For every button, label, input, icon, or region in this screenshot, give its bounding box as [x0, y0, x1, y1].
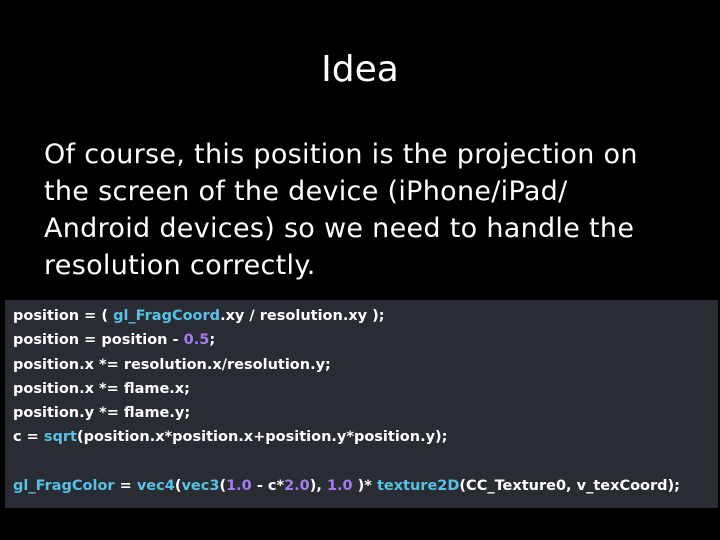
code-token-plain: position.x *= flame.x;	[13, 380, 190, 397]
code-line: position = position - 0.5;	[13, 328, 710, 352]
body-line: Android devices) so we need to handle th…	[44, 213, 635, 244]
body-line: resolution correctly.	[44, 250, 316, 281]
code-token-plain: position = position -	[13, 332, 184, 349]
code-token-plain: ),	[309, 478, 327, 495]
code-token-plain: position = (	[13, 308, 114, 324]
code-token-builtin: vec4	[136, 478, 175, 495]
code-token-number: 0.5	[183, 332, 210, 349]
code-token-number: 2.0	[284, 478, 310, 495]
slide-body: Of course, this position is the projecti…	[44, 136, 704, 284]
code-token-plain: .xy / resolution.xy );	[220, 308, 385, 324]
code-token-plain: - c*	[251, 478, 285, 495]
code-line: position = ( gl_FragCoord.xy / resolutio…	[13, 304, 710, 328]
slide-title: Idea	[321, 49, 399, 90]
code-line: gl_FragColor = vec4(vec3(1.0 - c*2.0), 1…	[13, 474, 710, 498]
body-line: the screen of the device (iPhone/iPad/	[44, 176, 568, 207]
code-token-plain: ;	[209, 332, 216, 349]
code-token-plain: c =	[13, 429, 44, 446]
code-token-plain: position.x *= resolution.x/resolution.y;	[13, 356, 331, 373]
code-token-builtin: gl_FragCoord	[113, 308, 221, 324]
code-token-plain: (position.x*position.x+position.y*positi…	[76, 429, 448, 446]
code-token-number: 1.0	[226, 478, 252, 495]
code-token-plain: )*	[352, 478, 377, 495]
code-token-plain: =	[114, 478, 137, 495]
code-token-number: 1.0	[326, 478, 353, 495]
code-token-builtin: sqrt	[43, 429, 77, 446]
code-token-builtin: vec3	[181, 478, 220, 495]
code-line: c = sqrt(position.x*position.x+position.…	[13, 425, 710, 449]
code-token-builtin: gl_FragColor	[13, 478, 115, 495]
code-block: position = ( gl_FragCoord.xy / resolutio…	[5, 300, 718, 508]
code-token-plain: (CC_Texture0, v_texCoord);	[459, 478, 680, 495]
code-line: position.x *= flame.x;	[13, 377, 710, 401]
body-line: Of course, this position is the projecti…	[44, 139, 638, 170]
code-token-plain: position.y *= flame.y;	[13, 405, 191, 422]
code-line: position.y *= flame.y;	[13, 401, 710, 425]
code-token-builtin: texture2D	[376, 478, 460, 495]
code-line: position.x *= resolution.x/resolution.y;	[13, 353, 710, 377]
